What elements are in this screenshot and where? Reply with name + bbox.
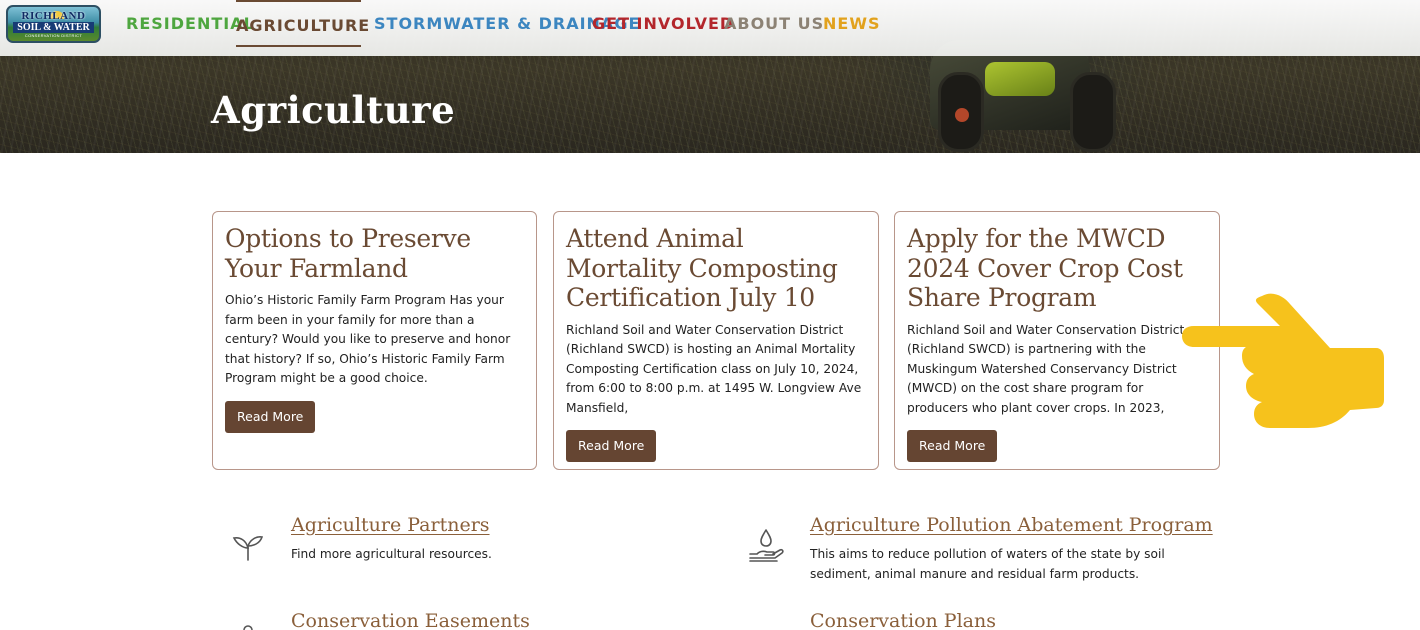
read-more-button[interactable]: Read More <box>566 430 657 462</box>
read-more-button[interactable]: Read More <box>225 400 316 433</box>
news-card: Apply for the MWCD 2024 Cover Crop Cost … <box>894 211 1220 470</box>
resource-link-pollution-abatement[interactable]: Agriculture Pollution Abatement Program <box>810 514 1213 536</box>
tractor-hub <box>955 108 969 122</box>
resource-description: This aims to reduce pollution of waters … <box>810 547 1165 581</box>
news-card: Attend Animal Mortality Composting Certi… <box>553 211 879 470</box>
page-title: Agriculture <box>211 88 456 132</box>
pointing-hand-icon <box>1182 293 1384 428</box>
nav-news[interactable]: NEWS <box>823 0 881 47</box>
resource-link-agriculture-partners[interactable]: Agriculture Partners <box>291 514 490 536</box>
main-navigation: RICHLAND SOIL & WATER CONSERVATION DISTR… <box>0 0 1420 56</box>
nav-get-involved[interactable]: GET INVOLVED <box>592 0 734 47</box>
easement-icon <box>243 625 253 630</box>
water-drop-hand-icon <box>749 529 784 562</box>
resource-link-conservation-easements[interactable]: Conservation Easements <box>291 610 530 630</box>
site-logo[interactable]: RICHLAND SOIL & WATER CONSERVATION DISTR… <box>6 5 101 43</box>
card-excerpt: Ohio’s Historic Family Farm Program Has … <box>225 293 511 385</box>
card-title[interactable]: Apply for the MWCD 2024 Cover Crop Cost … <box>907 224 1207 313</box>
tractor-hood <box>985 62 1055 96</box>
card-title[interactable]: Attend Animal Mortality Composting Certi… <box>566 224 866 313</box>
logo-text-district: CONSERVATION DISTRICT <box>24 32 83 38</box>
read-more-button[interactable]: Read More <box>907 430 998 462</box>
sprout-icon <box>232 536 264 561</box>
card-excerpt: Richland Soil and Water Conservation Dis… <box>566 322 862 415</box>
resource-link-conservation-plans[interactable]: Conservation Plans <box>810 610 996 630</box>
logo-text-richland: RICHLAND <box>21 9 86 22</box>
news-card: Options to Preserve Your Farmland Ohio’s… <box>212 211 537 470</box>
resource-description: Find more agricultural resources. <box>291 547 492 561</box>
nav-agriculture[interactable]: AGRICULTURE <box>236 0 369 47</box>
card-excerpt: Richland Soil and Water Conservation Dis… <box>907 322 1185 415</box>
logo-text-soil-water: SOIL & WATER <box>13 21 94 33</box>
card-title[interactable]: Options to Preserve Your Farmland <box>225 224 524 283</box>
nav-about-us[interactable]: ABOUT US <box>724 0 824 47</box>
tractor-wheel <box>1070 72 1116 152</box>
